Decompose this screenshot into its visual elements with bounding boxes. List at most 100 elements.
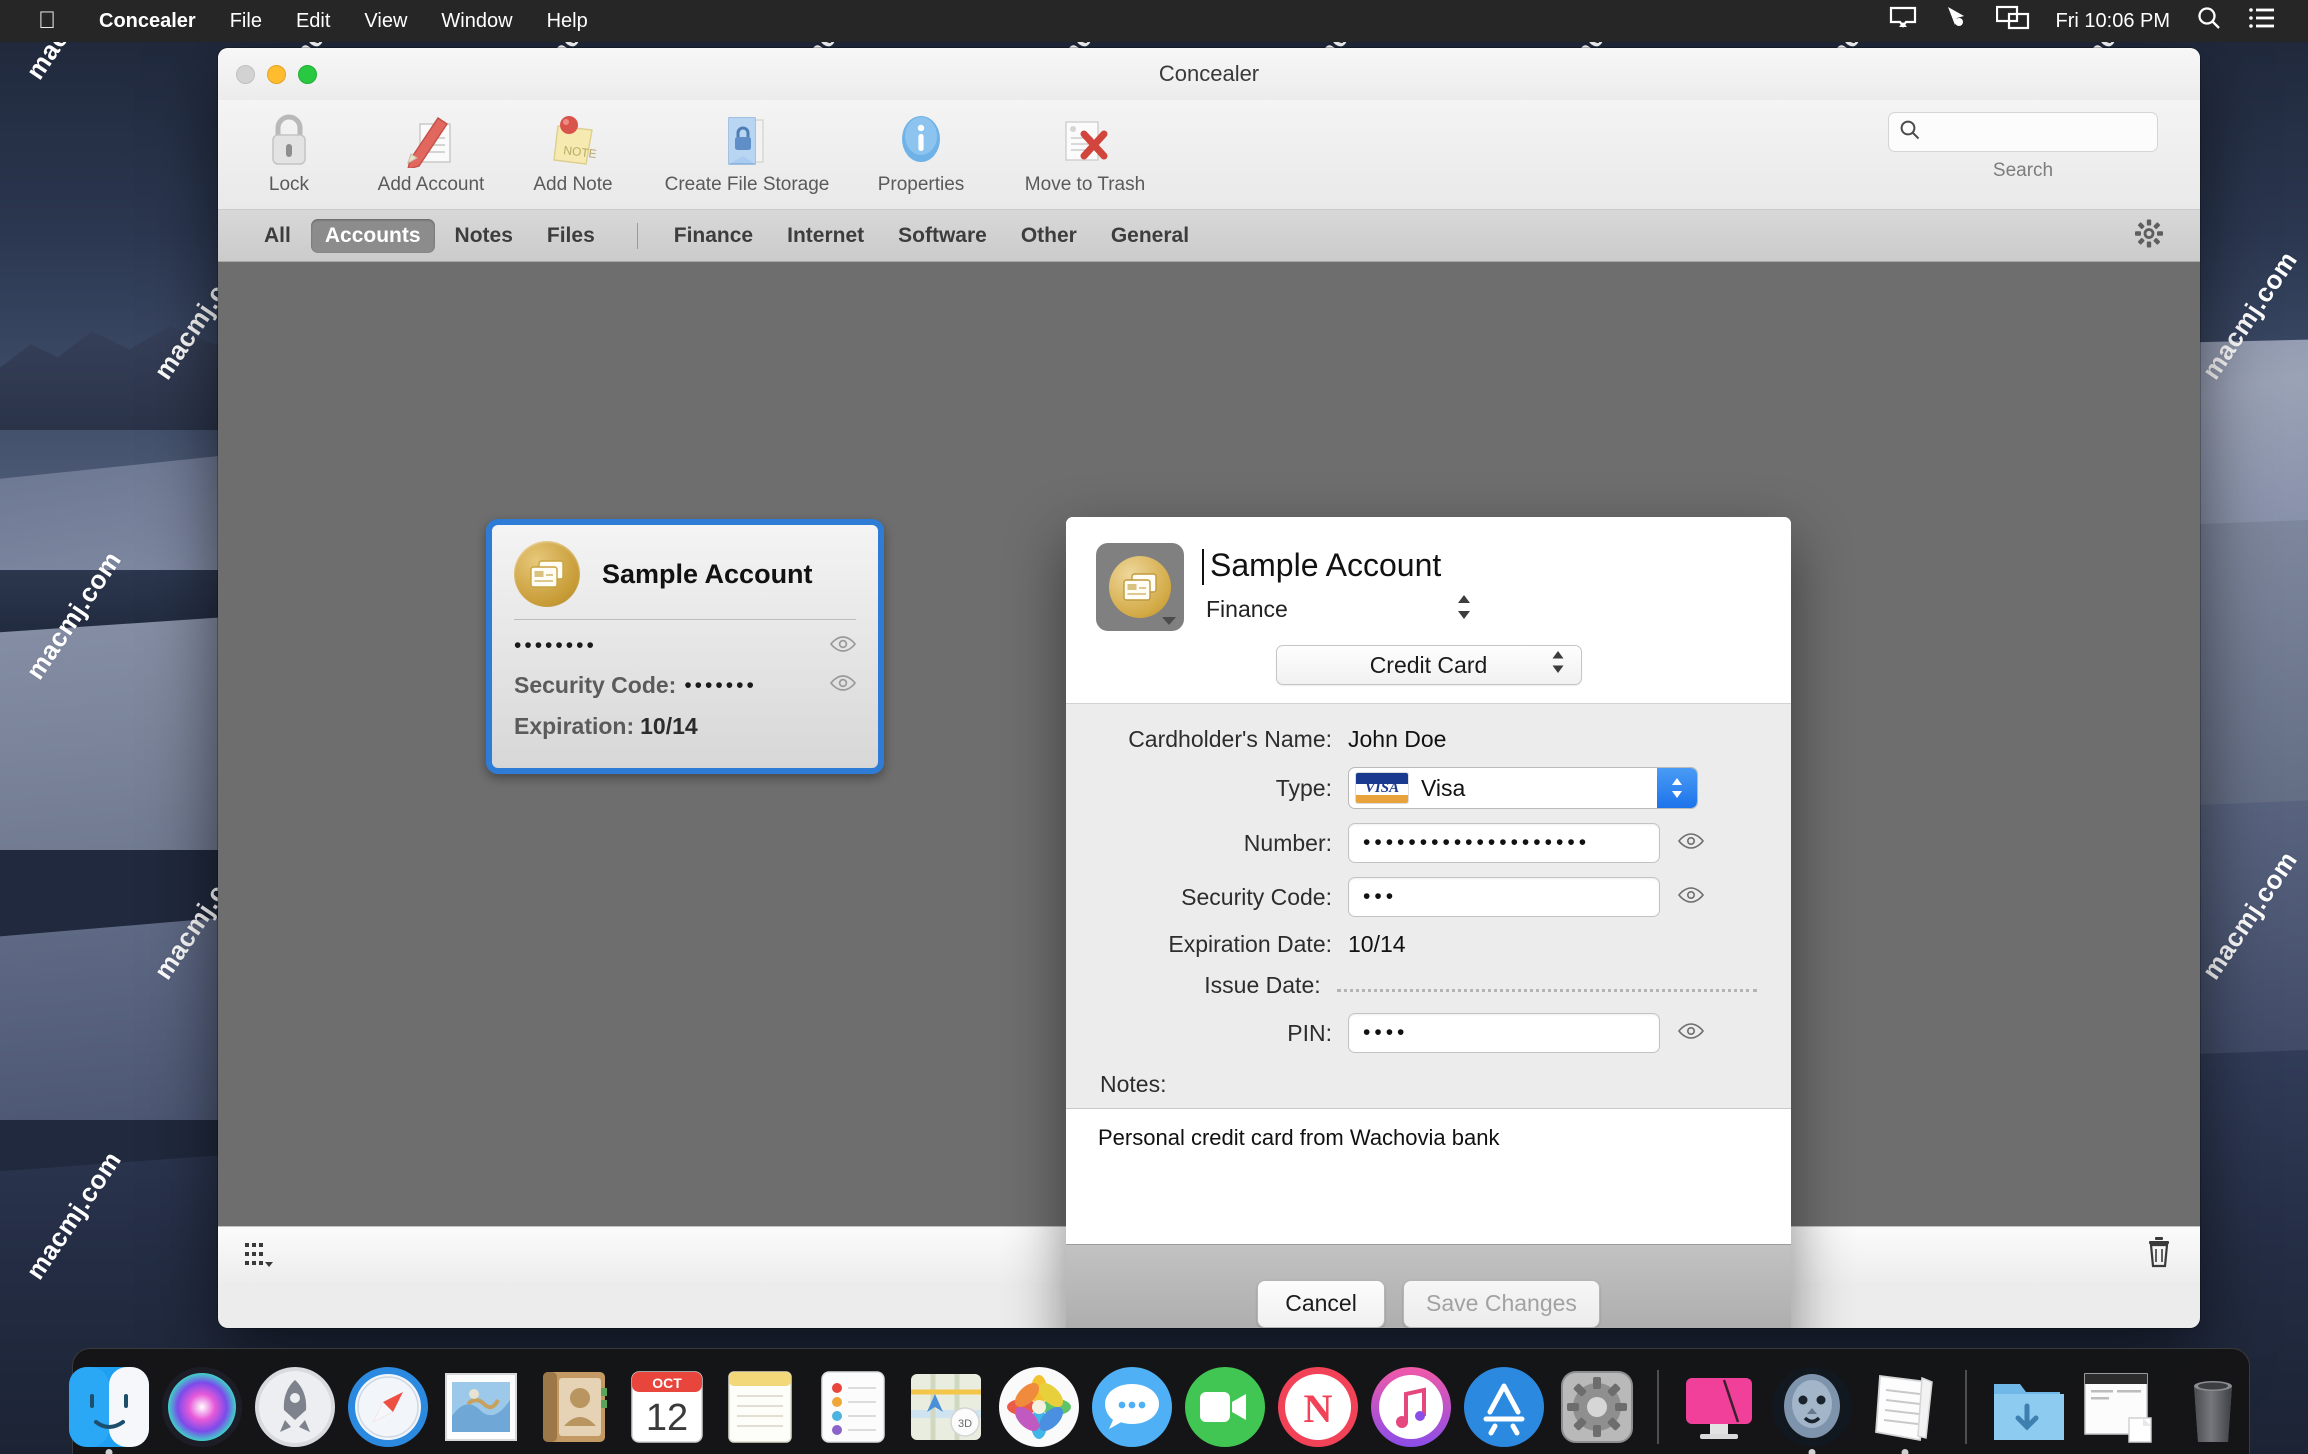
stepper-updown-icon[interactable] — [1454, 592, 1474, 627]
dock-item-display-app[interactable] — [1676, 1364, 1762, 1450]
dock-item-messages[interactable] — [1089, 1364, 1175, 1450]
search-field[interactable] — [1888, 112, 2158, 152]
window-title: Concealer — [1158, 61, 1260, 86]
toolbar-button-properties[interactable]: Properties — [850, 104, 992, 196]
category-tabbar: All Accounts Notes Files Finance Interne… — [218, 210, 2200, 262]
cancel-button[interactable]: Cancel — [1257, 1279, 1386, 1328]
item-type-value: Credit Card — [1369, 651, 1488, 678]
tab-accounts[interactable]: Accounts — [310, 218, 435, 253]
category-selector[interactable]: Finance — [1206, 592, 1474, 627]
list-menu-icon[interactable] — [2248, 6, 2276, 36]
item-type-popup-button[interactable]: Credit Card — [1275, 645, 1582, 685]
eye-icon[interactable] — [1678, 832, 1704, 855]
field-label-pin: PIN: — [1287, 1019, 1332, 1046]
blue-locked-folder-icon — [717, 108, 777, 170]
visa-logo-icon: VISA — [1355, 772, 1409, 804]
tab-files[interactable]: Files — [533, 219, 609, 253]
eye-icon[interactable] — [1678, 886, 1704, 909]
account-card[interactable]: Sample Account •••••••• Security Code: •… — [486, 519, 884, 774]
svg-text:12: 12 — [646, 1397, 688, 1439]
spotlight-search-icon[interactable] — [2196, 5, 2222, 37]
dock-item-maps[interactable]: 3D — [903, 1364, 989, 1450]
dock-item-launchpad[interactable] — [252, 1364, 338, 1450]
dock-item-app-store[interactable] — [1461, 1364, 1547, 1450]
toolbar-label-lock: Lock — [268, 174, 310, 195]
card-type-combobox[interactable]: VISA Visa — [1348, 767, 1698, 809]
issue-date-empty-input[interactable] — [1336, 989, 1757, 992]
toolbar-button-add-note[interactable]: NOTE Add Note — [502, 104, 644, 196]
menu-item-file[interactable]: File — [213, 0, 279, 42]
tab-all[interactable]: All — [250, 219, 305, 253]
dock-item-photos[interactable] — [996, 1364, 1082, 1450]
tab-finance[interactable]: Finance — [660, 219, 767, 253]
toolbar-button-create-file-storage[interactable]: Create File Storage — [644, 104, 850, 196]
field-label-number: Number: — [1243, 829, 1332, 856]
account-card-security-label: Security Code: — [514, 672, 677, 698]
dialog-footer: Cancel Save Changes — [1066, 1244, 1791, 1328]
account-card-security-value: ••••••• — [684, 673, 757, 697]
field-value-cardholder-name[interactable]: John Doe — [1348, 726, 1446, 753]
pencil-note-icon — [400, 108, 462, 170]
dock-item-document-window[interactable] — [2077, 1364, 2163, 1450]
dock-item-news[interactable]: N — [1275, 1364, 1361, 1450]
dock-item-concealer[interactable] — [1769, 1364, 1855, 1454]
tab-general[interactable]: General — [1097, 219, 1203, 253]
field-row-expiration-date: Expiration Date: 10/14 — [1066, 931, 1791, 958]
main-toolbar: Lock Add Account NOTE Add Note Create Fi… — [218, 100, 2200, 210]
screen-mirroring-icon[interactable] — [1995, 5, 2030, 37]
dock-item-textedit[interactable] — [1862, 1364, 1948, 1454]
tab-other[interactable]: Other — [1007, 219, 1091, 253]
toolbar-button-lock[interactable]: Lock — [218, 104, 360, 196]
toolbar-button-add-account[interactable]: Add Account — [360, 104, 502, 196]
account-card-expiration-label: Expiration: — [514, 713, 635, 739]
dock-item-finder[interactable] — [66, 1364, 152, 1454]
notes-textarea[interactable]: Personal credit card from Wachovia bank — [1066, 1109, 1791, 1244]
search-input[interactable] — [1929, 121, 2147, 143]
stepper-updown-icon[interactable] — [1657, 768, 1697, 808]
save-changes-button[interactable]: Save Changes — [1403, 1279, 1600, 1328]
field-row-security-code: Security Code: ••• — [1066, 877, 1791, 917]
pointer-icon[interactable] — [1944, 5, 1970, 37]
gear-icon[interactable] — [2134, 218, 2164, 253]
account-card-password-row: •••••••• — [514, 634, 857, 658]
tab-software[interactable]: Software — [884, 219, 1001, 253]
dock-item-reminders[interactable] — [810, 1364, 896, 1450]
search-icon — [1899, 119, 1921, 146]
dock-item-notes[interactable] — [717, 1364, 803, 1450]
eye-icon[interactable] — [829, 674, 857, 697]
dock-item-itunes[interactable] — [1368, 1364, 1454, 1450]
account-avatar-button[interactable] — [1096, 543, 1184, 631]
pin-input[interactable]: •••• — [1348, 1013, 1660, 1053]
card-number-input[interactable]: •••••••••••••••••••• — [1348, 823, 1660, 863]
field-label-cardholder-name: Cardholder's Name: — [1128, 726, 1332, 752]
dock-item-calendar[interactable]: OCT 12 — [624, 1364, 710, 1450]
eye-icon[interactable] — [1678, 1022, 1704, 1045]
tab-notes[interactable]: Notes — [441, 219, 527, 253]
dock-item-siri[interactable] — [159, 1364, 245, 1450]
dock-running-indicator — [1901, 1449, 1909, 1454]
dock-item-downloads[interactable] — [1984, 1364, 2070, 1450]
eye-icon[interactable] — [829, 635, 857, 658]
dock-item-facetime[interactable] — [1182, 1364, 1268, 1450]
menu-item-view[interactable]: View — [347, 0, 424, 42]
menu-item-edit[interactable]: Edit — [279, 0, 347, 42]
dock-item-safari[interactable] — [345, 1364, 431, 1450]
tab-internet[interactable]: Internet — [773, 219, 878, 253]
chevron-down-icon — [1162, 617, 1176, 625]
apple-logo-icon[interactable]:  — [38, 9, 56, 33]
dock-item-mail[interactable] — [438, 1364, 524, 1450]
airplay-icon[interactable] — [1888, 5, 1918, 37]
account-name-input[interactable]: Sample Account — [1201, 547, 1441, 585]
menu-item-help[interactable]: Help — [530, 0, 605, 42]
toolbar-button-move-to-trash[interactable]: Move to Trash — [992, 104, 1178, 196]
dock-item-contacts[interactable] — [531, 1364, 617, 1450]
field-value-expiration-date[interactable]: 10/14 — [1348, 931, 1406, 958]
menu-bar-clock[interactable]: Fri 10:06 PM — [2056, 10, 2170, 33]
menu-item-window[interactable]: Window — [424, 0, 529, 42]
menu-item-app[interactable]: Concealer — [82, 0, 213, 42]
toolbar-label-move-to-trash: Move to Trash — [1024, 174, 1146, 195]
security-code-input[interactable]: ••• — [1348, 877, 1660, 917]
concealer-window: Concealer Lock Add Account NOTE Add Note… — [218, 48, 2200, 1328]
dock-item-system-preferences[interactable] — [1554, 1364, 1640, 1450]
dock-item-trash[interactable] — [2170, 1364, 2256, 1450]
